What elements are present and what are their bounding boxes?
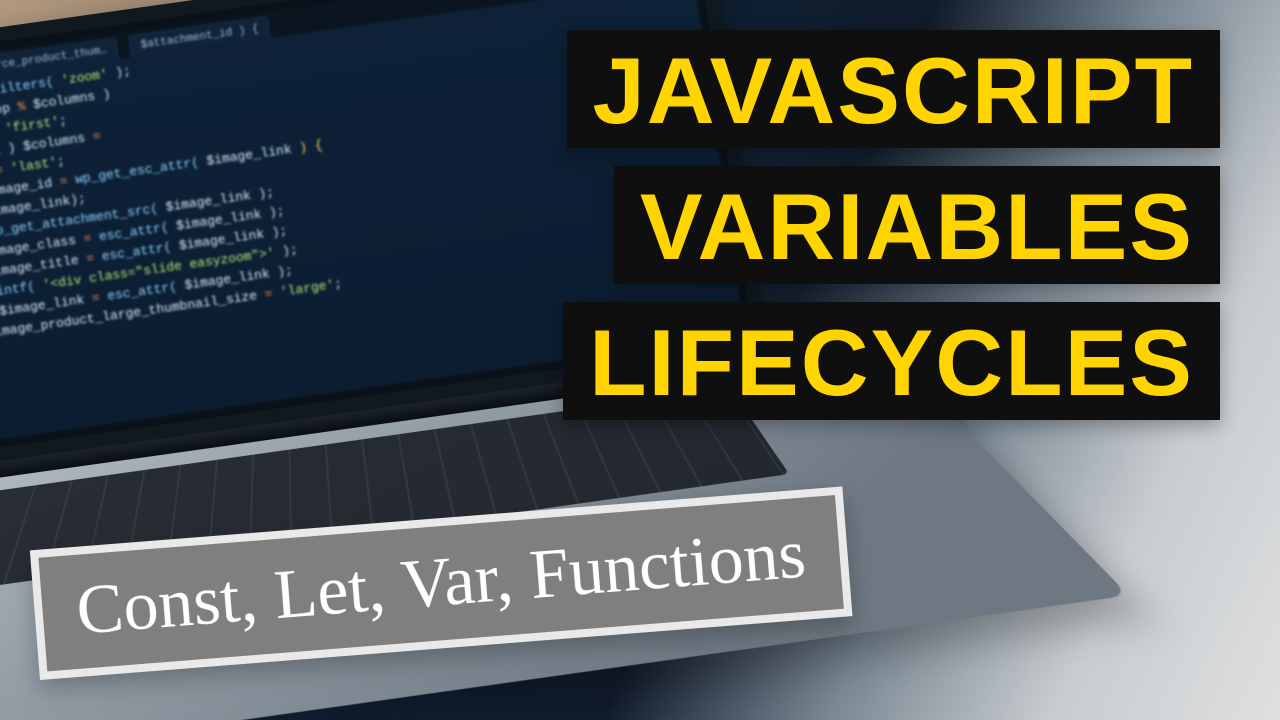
title-line-1: JAVASCRIPT	[567, 30, 1221, 148]
thumbnail-stage: woocommerce_product_thum… $attachment_id…	[0, 0, 1280, 720]
title-line-2: VARIABLES	[614, 166, 1220, 284]
title-stack: JAVASCRIPT VARIABLES LIFECYCLES	[460, 30, 1220, 420]
title-line-3: LIFECYCLES	[563, 302, 1220, 420]
